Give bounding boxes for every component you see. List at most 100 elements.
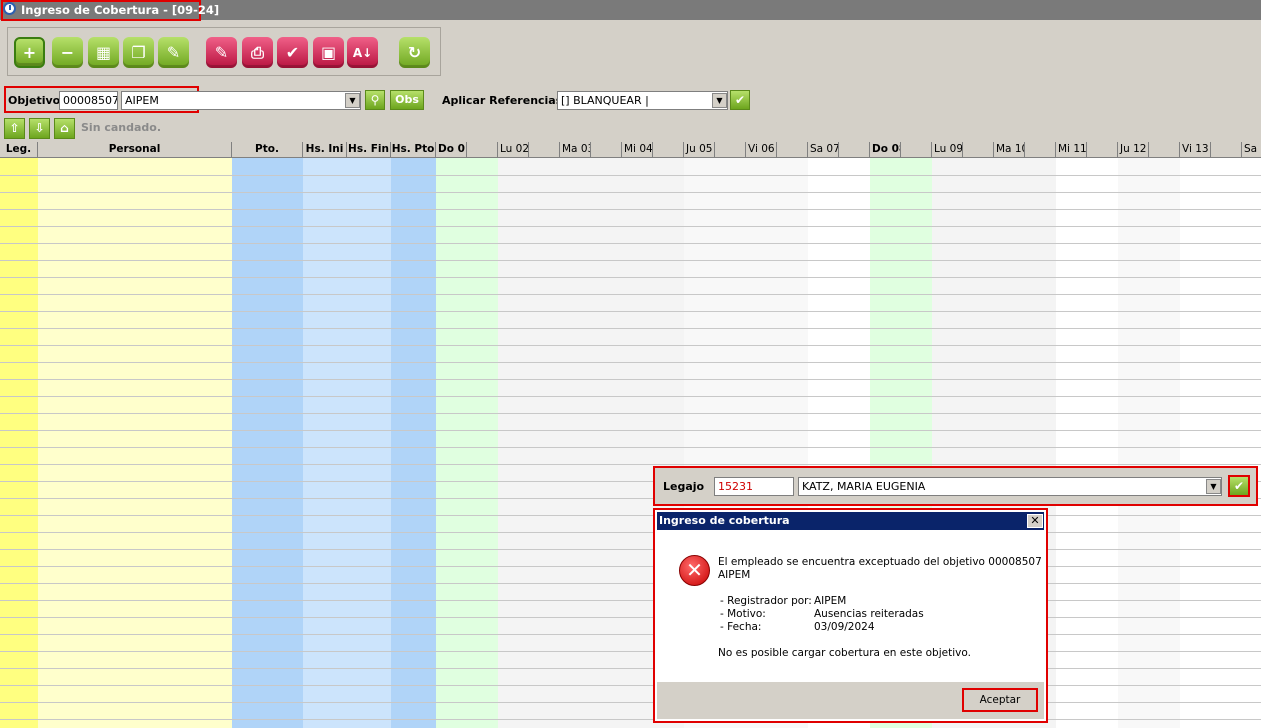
grid-row-line <box>0 294 1261 295</box>
edit-icon: ✎ <box>166 43 181 62</box>
grid-row-line <box>0 464 1261 465</box>
print-button[interactable]: ⎙ <box>242 37 273 68</box>
header-day[interactable]: Do 01 <box>436 142 467 158</box>
header-day[interactable]: Mi 11 <box>1056 142 1087 158</box>
up-button[interactable]: ⇧ <box>4 118 25 139</box>
clock-icon <box>3 2 16 15</box>
apply-referencias-button[interactable]: ✔ <box>730 90 750 110</box>
lock-status: Sin candado. <box>81 121 162 134</box>
grid-row-line <box>0 175 1261 176</box>
coverage-grid[interactable]: Leg. Personal Pto. Hs. Ini Hs. Fin Hs. P… <box>0 142 1261 728</box>
remove-icon: − <box>60 43 75 62</box>
header-day-sub <box>1025 142 1056 158</box>
fecha-value: 03/09/2024 <box>814 621 875 633</box>
grid-row-line <box>0 719 1261 720</box>
arrow-up-icon: ⇧ <box>9 121 20 135</box>
grid-row-line <box>0 617 1261 618</box>
header-day[interactable]: Lu 02 <box>498 142 529 158</box>
header-day[interactable]: Ju 05 <box>684 142 715 158</box>
search-button[interactable]: ⚲ <box>365 90 385 110</box>
error-icon: ✕ <box>679 555 710 586</box>
header-hs-pto[interactable]: Hs. Pto <box>391 142 436 158</box>
objetivo-name-field[interactable]: AIPEM <box>121 91 361 110</box>
grid-row-line <box>0 532 1261 533</box>
check-icon: ✔ <box>1233 479 1245 493</box>
edit-button[interactable]: ✎ <box>158 37 189 68</box>
objetivo-code-field[interactable]: 00008507 <box>59 91 118 110</box>
clipboard-button[interactable]: ✎ <box>206 37 237 68</box>
legajo-number-field[interactable]: 15231 <box>714 477 794 496</box>
dialog-title: Ingreso de cobertura <box>657 512 1044 530</box>
referencias-dropdown-arrow[interactable]: ▼ <box>712 93 727 108</box>
grid-row-line <box>0 583 1261 584</box>
referencias-value: [] BLANQUEAR | <box>561 94 649 107</box>
header-day-sub <box>529 142 560 158</box>
header-day-sub <box>901 142 932 158</box>
grid-row-line <box>0 260 1261 261</box>
registrador-value: AIPEM <box>814 595 847 607</box>
header-day[interactable]: Ma 10 <box>994 142 1025 158</box>
calendar-button[interactable]: ▣ <box>313 37 344 68</box>
grid-row-line <box>0 328 1261 329</box>
header-day-sub <box>1211 142 1242 158</box>
grid-row-line <box>0 345 1261 346</box>
print-icon: ⎙ <box>251 42 264 62</box>
check-icon: ✔ <box>285 43 300 62</box>
referencias-select[interactable]: [] BLANQUEAR | <box>557 91 728 110</box>
legajo-name-select[interactable]: KATZ, MARIA EUGENIA <box>798 477 1222 496</box>
grid-row-line <box>0 515 1261 516</box>
sort-az-button[interactable]: A↓ <box>347 37 378 68</box>
dialog-close-button[interactable]: ✕ <box>1027 514 1043 528</box>
legajo-confirm-button[interactable]: ✔ <box>1228 475 1250 497</box>
add-button[interactable]: + <box>14 37 45 68</box>
header-personal[interactable]: Personal <box>38 142 232 158</box>
refresh-icon: ↻ <box>407 43 422 62</box>
header-hs-ini[interactable]: Hs. Ini <box>303 142 347 158</box>
grid-row-line <box>0 226 1261 227</box>
lock-button[interactable]: ⌂ <box>54 118 75 139</box>
header-day[interactable]: Do 08 <box>870 142 901 158</box>
window-title: Ingreso de Cobertura - [09-24] <box>1 0 219 21</box>
window-title-text: Ingreso de Cobertura - [09-24] <box>21 3 220 17</box>
header-day[interactable]: Vi 06 <box>746 142 777 158</box>
header-day[interactable]: Sa 14 <box>1242 142 1261 158</box>
lock-icon: ⌂ <box>60 121 69 135</box>
motivo-value: Ausencias reiteradas <box>814 608 924 620</box>
header-day[interactable]: Ju 12 <box>1118 142 1149 158</box>
copy-icon: ❐ <box>131 43 146 62</box>
header-leg[interactable]: Leg. <box>0 142 38 158</box>
grid-row-line <box>0 192 1261 193</box>
grid-row-line <box>0 209 1261 210</box>
dialog-footer: Aceptar <box>657 682 1044 719</box>
copy-button[interactable]: ❐ <box>123 37 154 68</box>
grid-row-line <box>0 702 1261 703</box>
grid-row-line <box>0 566 1261 567</box>
legajo-dropdown-arrow[interactable]: ▼ <box>1206 479 1221 494</box>
grid-row-line <box>0 362 1261 363</box>
header-hs-fin[interactable]: Hs. Fin <box>347 142 391 158</box>
header-day[interactable]: Vi 13 <box>1180 142 1211 158</box>
grid-row-line <box>0 311 1261 312</box>
dialog-message-line2: AIPEM <box>718 569 751 581</box>
down-button[interactable]: ⇩ <box>29 118 50 139</box>
objetivo-name-text: AIPEM <box>125 94 159 107</box>
header-day[interactable]: Lu 09 <box>932 142 963 158</box>
motivo-label: - Motivo: <box>720 608 766 620</box>
header-pto[interactable]: Pto. <box>232 142 303 158</box>
grid-row-line <box>0 600 1261 601</box>
refresh-button[interactable]: ↻ <box>399 37 430 68</box>
obs-button[interactable]: Obs <box>390 90 424 110</box>
check-button[interactable]: ✔ <box>277 37 308 68</box>
header-day[interactable]: Sa 07 <box>808 142 839 158</box>
grid-row-line <box>0 668 1261 669</box>
accept-button[interactable]: Aceptar <box>962 688 1038 712</box>
objetivo-dropdown-arrow[interactable]: ▼ <box>345 93 360 108</box>
grid-row-line <box>0 243 1261 244</box>
calculator-button[interactable]: ▦ <box>88 37 119 68</box>
remove-button[interactable]: − <box>52 37 83 68</box>
header-day[interactable]: Ma 03 <box>560 142 591 158</box>
dialog-footer-message: No es posible cargar cobertura en este o… <box>718 647 971 659</box>
add-icon: + <box>22 43 37 62</box>
header-day[interactable]: Mi 04 <box>622 142 653 158</box>
grid-row-line <box>0 379 1261 380</box>
